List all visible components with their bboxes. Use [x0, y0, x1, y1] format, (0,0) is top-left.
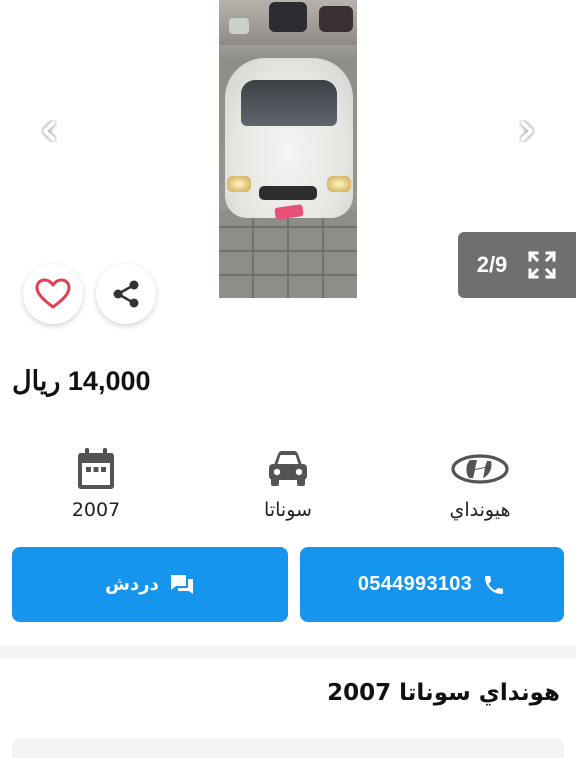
- listing-photo[interactable]: [219, 0, 357, 298]
- share-button[interactable]: [96, 264, 156, 324]
- chat-button[interactable]: دردش: [12, 547, 288, 622]
- fullscreen-button[interactable]: 2/9: [458, 232, 576, 298]
- spec-model: سوناتا: [208, 445, 368, 521]
- image-counter: 2/9: [476, 252, 508, 277]
- chevron-right-icon: [521, 121, 533, 141]
- car-icon: [269, 451, 307, 486]
- model-label: سوناتا: [264, 499, 312, 521]
- chat-label: دردش: [105, 574, 159, 595]
- spec-year: 2007: [16, 445, 176, 521]
- price: 14,000 ريال: [12, 366, 151, 396]
- chat-icon: [170, 574, 193, 594]
- phone-number: 0544993103: [357, 573, 473, 595]
- brand-label: هيونداي: [449, 499, 511, 521]
- calendar-icon: [78, 448, 114, 489]
- favorite-button[interactable]: [23, 264, 83, 324]
- next-image-button[interactable]: [514, 118, 540, 144]
- call-button[interactable]: 0544993103: [300, 547, 564, 622]
- year-label: 2007: [71, 499, 121, 521]
- section-divider: [0, 646, 576, 658]
- previous-image-button[interactable]: [36, 118, 62, 144]
- fullscreen-icon: [528, 250, 557, 280]
- heart-icon: [35, 278, 71, 309]
- spec-brand: هيونداي: [400, 445, 560, 521]
- image-gallery[interactable]: 2/9: [0, 0, 576, 324]
- hyundai-logo-icon: [451, 454, 509, 484]
- phone-icon: [485, 575, 504, 594]
- share-icon: [113, 280, 139, 308]
- chevron-left-icon: [43, 121, 55, 141]
- listing-title: هونداي سوناتا 2007: [327, 680, 560, 706]
- next-section-card: [12, 738, 564, 758]
